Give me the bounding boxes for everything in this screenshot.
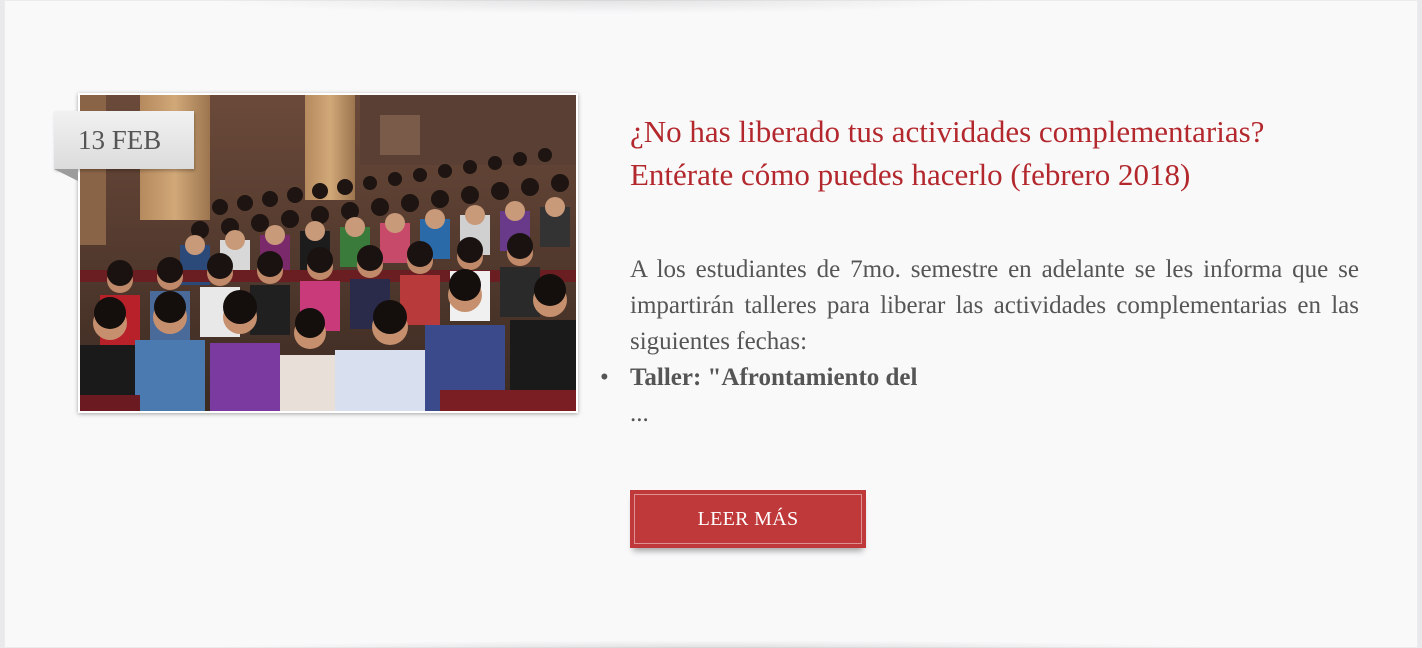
post-bullet-list: • Taller: "Afrontamiento del — [600, 360, 1359, 396]
list-item-text: Taller: "Afrontamiento del — [630, 364, 918, 391]
truncation-ellipsis: ... — [630, 400, 649, 427]
date-badge-fold — [54, 169, 78, 181]
news-card: 13 FEB ¿No has liberado tus actividades … — [4, 0, 1418, 648]
read-more-label: LEER MÁS — [634, 494, 862, 544]
list-item: • Taller: "Afrontamiento del — [600, 360, 1359, 396]
top-shadow — [204, 0, 1004, 14]
post-title[interactable]: ¿No has liberado tus actividades complem… — [630, 110, 1370, 196]
date-badge: 13 FEB — [54, 111, 194, 169]
post-excerpt: A los estudiantes de 7mo. semestre en ad… — [630, 256, 1359, 355]
bottom-shadow — [204, 640, 1224, 648]
bullet-icon: • — [600, 364, 609, 391]
read-more-button[interactable]: LEER MÁS — [630, 490, 866, 548]
